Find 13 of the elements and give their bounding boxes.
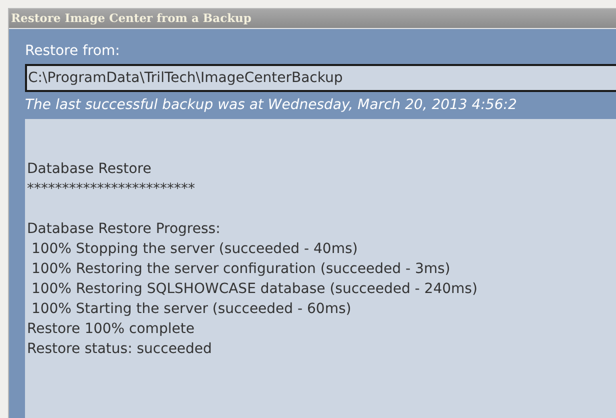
log-line: ************************ bbox=[27, 180, 195, 199]
last-backup-note: The last successful backup was at Wednesday, March 20, 2013 4:56:2 bbox=[25, 96, 518, 115]
field-label: Restore from: bbox=[25, 42, 121, 60]
log-line: 100% Stopping the server (succeeded - 40ms) bbox=[30, 240, 358, 259]
log-line: 100% Starting the server (succeeded - 60ms) bbox=[30, 300, 352, 319]
log-line: 100% Restoring the server configuration (succeeded - 3ms) bbox=[30, 260, 450, 279]
log-line: Restore status: succeeded bbox=[27, 340, 212, 359]
window-title: Restore Image Center from a Backup bbox=[11, 10, 252, 27]
path-field[interactable]: C:\ProgramData\TrilTech\ImageCenterBackup bbox=[25, 64, 616, 92]
log-line: 100% Restoring SQLSHOWCASE database (succeeded - 240ms) bbox=[30, 280, 478, 299]
log-line: Database Restore Progress: bbox=[27, 220, 220, 239]
log-line: Database Restore bbox=[27, 160, 152, 179]
log-line: Restore 100% complete bbox=[27, 320, 194, 339]
